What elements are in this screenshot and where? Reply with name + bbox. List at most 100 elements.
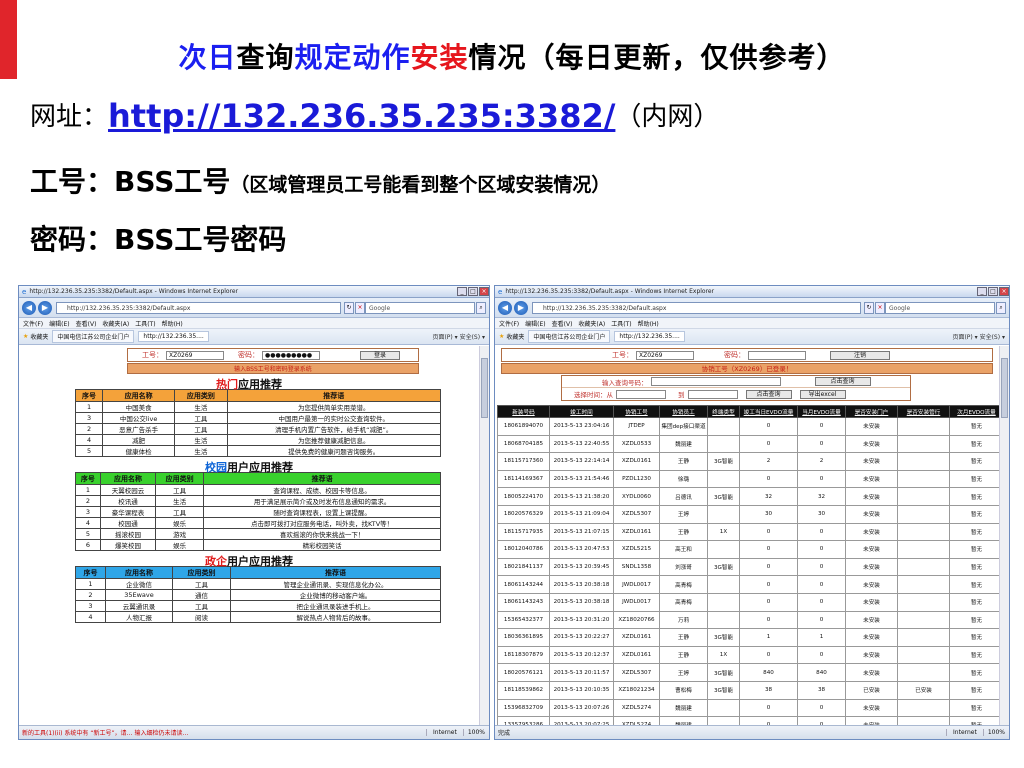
close-button[interactable]: × — [999, 287, 1009, 296]
table-row[interactable]: 18020576329 2013-5-13 21:09:04 XZDL5307 王婷 3… — [497, 504, 999, 524]
table-row[interactable]: 1 天翼校园云 工具 查询课程、成绩、校园卡等信息。 — [75, 484, 441, 496]
page-tools[interactable]: 页面(P) ▾ 安全(S) ▾ — [432, 332, 489, 341]
maximize-button[interactable]: □ — [988, 287, 998, 296]
page-tools[interactable]: 页面(P) ▾ 安全(S) ▾ — [952, 332, 1009, 341]
menu-tools[interactable]: 工具(T) — [611, 319, 631, 328]
user-input[interactable]: XZ0269 — [636, 350, 694, 360]
url-link[interactable]: http://132.236.35.235:3382/ — [108, 97, 615, 135]
back-icon[interactable]: ◀ — [498, 300, 512, 315]
password-input[interactable] — [748, 350, 806, 360]
table-row[interactable]: 18061143244 2013-5-13 20:38:18 JWDL0017 高青梅… — [497, 575, 999, 594]
zoom-level[interactable]: 100% — [462, 729, 489, 736]
table-row[interactable]: 18061894070 2013-5-13 23:04:16 JTDEP 集团dep接… — [497, 417, 999, 436]
menu-view[interactable]: 查看(V) — [552, 319, 573, 328]
tab-portal[interactable]: 中国电信江苏公司企业门户 — [528, 330, 611, 343]
table-row[interactable]: 3 云翼通讯录 工具 把企业通讯录装进手机上。 — [75, 600, 441, 612]
table-row[interactable]: 18118307879 2013-5-13 20:12:37 XZDL0161 王静 1… — [497, 645, 999, 665]
column-header[interactable]: 终端类型 — [707, 405, 740, 418]
table-row[interactable]: 18021841137 2013-5-13 20:39:45 SNDL1358 刘涨哥… — [497, 557, 999, 577]
table-row[interactable]: 1 中国美食 生活 为您提供简单实用菜谱。 — [74, 401, 442, 413]
zoom-level[interactable]: 100% — [982, 729, 1009, 736]
time-query-button[interactable]: 点击查询 — [745, 389, 792, 399]
favorites-button[interactable]: 收藏夹 — [506, 332, 524, 341]
maximize-button[interactable]: □ — [468, 287, 478, 296]
table-row[interactable]: 18012040786 2013-5-13 20:47:53 XZDL5215 高王和… — [497, 540, 999, 559]
table-row[interactable]: 2 校讯通 生活 用于满足展示简介或及时发布信息通知的需求。 — [75, 495, 441, 507]
scrollbar-thumb[interactable] — [1001, 358, 1008, 418]
search-icon[interactable]: ⌕ — [476, 301, 486, 314]
menu-file[interactable]: 文件(F) — [23, 319, 43, 328]
menu-view[interactable]: 查看(V) — [76, 319, 97, 328]
table-row[interactable]: 15365432377 2013-5-13 20:31:20 XZ18020766 万… — [497, 610, 999, 630]
export-excel-button[interactable]: 导出excel — [799, 389, 846, 399]
table-row[interactable]: 4 减肥 生活 为您推荐健康减肥信息。 — [74, 434, 442, 446]
column-header[interactable]: 次月EVDO流量 — [949, 405, 999, 418]
table-row[interactable]: 18118539862 2013-5-13 20:10:35 XZ18021234 曹… — [497, 680, 999, 700]
menu-tools[interactable]: 工具(T) — [135, 319, 155, 328]
refresh-icon[interactable]: ↻ — [344, 301, 354, 314]
vertical-scrollbar[interactable] — [999, 346, 1009, 725]
minimize-button[interactable]: _ — [457, 287, 467, 296]
forward-icon[interactable]: ▶ — [514, 300, 528, 315]
menu-favorites[interactable]: 收藏夹(A) — [102, 319, 129, 328]
stop-icon[interactable]: × — [355, 301, 365, 314]
table-row[interactable]: 18115717360 2013-5-13 22:14:14 XZDL0161 王静 3… — [497, 452, 999, 471]
tab-portal[interactable]: 中国电信江苏公司企业门户 — [52, 330, 135, 343]
table-row[interactable]: 3 豪华课程表 工具 随时查询课程表，设置上课提醒。 — [75, 506, 441, 518]
column-header[interactable]: 是否安装管行 — [897, 405, 950, 418]
menu-help[interactable]: 帮助(H) — [162, 319, 183, 328]
table-row[interactable]: 4 校园通 娱乐 点击即可拨打对应服务电话，叫外卖，找KTV等！ — [75, 517, 441, 529]
column-header[interactable]: 竣工当日EVDO流量 — [739, 405, 798, 418]
logout-button[interactable]: 注销 — [830, 350, 890, 360]
search-icon[interactable]: ⌕ — [996, 301, 1006, 314]
refresh-icon[interactable]: ↻ — [864, 301, 874, 314]
menu-file[interactable]: 文件(F) — [499, 319, 519, 328]
column-header[interactable]: 新装号码 — [497, 405, 550, 418]
time-to-input[interactable] — [687, 389, 738, 399]
query-button[interactable]: 点击查询 — [814, 377, 871, 386]
tab-current[interactable]: http://132.236.35.... — [614, 331, 685, 342]
favorites-button[interactable]: 收藏夹 — [30, 332, 48, 341]
table-row[interactable]: 18114169367 2013-5-13 21:54:46 PZDL1230 徐璐 0… — [497, 469, 999, 489]
table-row[interactable]: 18061143243 2013-5-13 20:38:18 JWDL0017 高青梅… — [497, 592, 999, 612]
column-header[interactable]: 当月EVDO流量 — [797, 405, 846, 418]
table-row[interactable]: 18036361895 2013-5-13 20:22:27 XZDL0161 王静 3… — [497, 628, 999, 647]
search-input[interactable]: Google — [365, 301, 475, 314]
address-input[interactable]: http://132.236.35.235:3382/Default.aspx — [532, 301, 861, 314]
scrollbar-thumb[interactable] — [481, 358, 488, 418]
column-header[interactable]: 协销员工 — [659, 405, 708, 418]
tab-current[interactable]: http://132.236.35.... — [138, 331, 209, 342]
minimize-button[interactable]: _ — [977, 287, 987, 296]
table-row[interactable]: 4 人物汇报 阅读 解说热点人物背后的故事。 — [75, 611, 441, 623]
number-input[interactable] — [650, 377, 781, 386]
time-from-input[interactable] — [616, 389, 666, 399]
table-row[interactable]: 18005224170 2013-5-13 21:38:20 XYDL0060 吕德讯… — [497, 487, 999, 506]
table-row[interactable]: 5 健康体检 生活 提供免费的健康问题咨询服务。 — [74, 445, 442, 457]
table-row[interactable]: 6 爆笑校园 娱乐 精彩校园笑话 — [75, 539, 441, 551]
table-row[interactable]: 1 企业微信 工具 管理企业通讯录、实现信息化办公。 — [75, 578, 441, 590]
user-input[interactable]: XZ0269 — [166, 350, 224, 360]
login-button[interactable]: 登录 — [360, 350, 400, 360]
table-row[interactable]: 5 摇滚校园 游戏 喜欢摇滚的你快来挑战一下！ — [75, 528, 441, 540]
menu-edit[interactable]: 编辑(E) — [525, 319, 545, 328]
column-header[interactable]: 是否安装门户 — [845, 405, 898, 418]
forward-icon[interactable]: ▶ — [38, 300, 52, 315]
table-row[interactable]: 18068704185 2013-5-13 22:40:55 XZDL0533 魏丽建… — [497, 434, 999, 454]
menu-favorites[interactable]: 收藏夹(A) — [578, 319, 605, 328]
menu-edit[interactable]: 编辑(E) — [49, 319, 69, 328]
table-row[interactable]: 2 35Ewave 通信 企业微博的移动客户端。 — [75, 589, 441, 601]
table-row[interactable]: 2 恶意广告杀手 工具 清理手机内置广告软件，给手机“减肥”。 — [74, 423, 442, 435]
table-row[interactable]: 133579532862013-5-13 20:07:25XZDL5274魏丽建… — [497, 716, 999, 725]
menu-help[interactable]: 帮助(H) — [638, 319, 659, 328]
table-row[interactable]: 3 中国公交live 工具 中国用户最第一的实时公交查询软件。 — [74, 412, 442, 424]
table-row[interactable]: 18020576121 2013-5-13 20:11:57 XZDL5307 王婷 3… — [497, 663, 999, 682]
column-header[interactable]: 竣工时间 — [549, 405, 614, 418]
column-header[interactable]: 协销工号 — [613, 405, 660, 418]
address-input[interactable]: http://132.236.35.235:3382/Default.aspx — [56, 301, 341, 314]
table-row[interactable]: 15396832709 2013-5-13 20:07:26 XZDL5274 魏丽建… — [497, 698, 999, 718]
stop-icon[interactable]: × — [875, 301, 885, 314]
table-row[interactable]: 18115717935 2013-5-13 21:07:15 XZDL0161 王静 1… — [497, 522, 999, 542]
close-button[interactable]: × — [479, 287, 489, 296]
password-input[interactable]: ●●●●●●●●● — [262, 350, 320, 360]
vertical-scrollbar[interactable] — [479, 346, 489, 725]
